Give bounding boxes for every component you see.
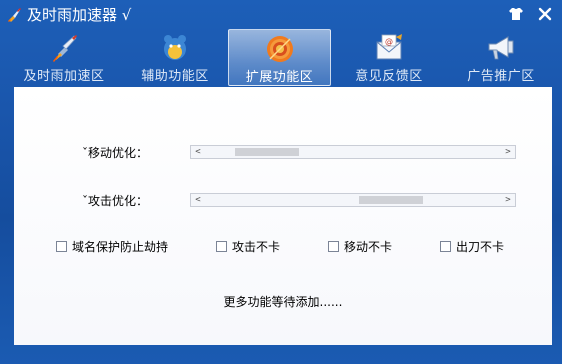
checkbox-box[interactable] bbox=[328, 241, 339, 252]
tab-bar: 及时雨加速区 辅助功能区 扩展功能区 @ 意见反馈区 广告推广区 bbox=[0, 29, 562, 87]
move-optimize-slider[interactable]: < > bbox=[190, 145, 516, 159]
checkbox-label: 出刀不卡 bbox=[456, 240, 505, 254]
move-optimize-row: ˇ移动优化： < > bbox=[14, 143, 552, 163]
checkbox-box[interactable] bbox=[216, 241, 227, 252]
tab-label: 广告推广区 bbox=[467, 69, 535, 84]
option-checkboxes: 域名保护防止劫持 攻击不卡 移动不卡 出刀不卡 bbox=[14, 237, 552, 257]
app-window: 及时雨加速器 √ 及时雨加速区 辅助功能区 扩展功能区 @ 意见反馈区 广告推广… bbox=[0, 0, 562, 364]
tab-assist[interactable]: 辅助功能区 bbox=[122, 29, 228, 86]
checkbox-box[interactable] bbox=[440, 241, 451, 252]
tab-label: 意见反馈区 bbox=[355, 69, 423, 84]
svg-text:@: @ bbox=[385, 37, 393, 46]
mail-icon: @ bbox=[374, 33, 404, 63]
tab-promotion[interactable]: 广告推广区 bbox=[448, 29, 554, 86]
window-title: 及时雨加速器 √ bbox=[27, 6, 132, 24]
target-icon bbox=[265, 34, 295, 64]
slider-thumb[interactable] bbox=[359, 196, 423, 204]
rocket-icon bbox=[49, 33, 79, 63]
rocket-icon bbox=[6, 7, 22, 23]
more-features-text: 更多功能等待添加...... bbox=[223, 295, 343, 309]
tab-extension[interactable]: 扩展功能区 bbox=[228, 29, 331, 86]
attack-optimize-row: ˇ攻击优化： < > bbox=[14, 191, 552, 211]
tab-label: 及时雨加速区 bbox=[23, 69, 105, 84]
tab-label: 扩展功能区 bbox=[245, 70, 314, 85]
shirt-icon[interactable] bbox=[508, 7, 524, 21]
title-bar[interactable]: 及时雨加速器 √ bbox=[0, 0, 562, 30]
checkbox-box[interactable] bbox=[56, 241, 67, 252]
checkbox-label: 攻击不卡 bbox=[232, 240, 281, 254]
tab-feedback[interactable]: @ 意见反馈区 bbox=[336, 29, 442, 86]
bear-icon bbox=[160, 33, 190, 63]
content-panel: ˇ移动优化： < > ˇ攻击优化： < > 域名保护防止劫持 攻击不卡 移动不卡… bbox=[14, 87, 552, 345]
tab-label: 辅助功能区 bbox=[141, 69, 209, 84]
attack-optimize-slider[interactable]: < > bbox=[190, 193, 516, 207]
move-optimize-label: ˇ移动优化： bbox=[82, 146, 149, 160]
checkbox-label: 移动不卡 bbox=[344, 240, 393, 254]
scroll-right-arrow[interactable]: > bbox=[501, 194, 515, 206]
close-icon[interactable] bbox=[537, 6, 553, 22]
megaphone-icon bbox=[486, 33, 516, 63]
tab-accelerate[interactable]: 及时雨加速区 bbox=[6, 29, 122, 86]
slider-thumb[interactable] bbox=[235, 148, 299, 156]
scroll-right-arrow[interactable]: > bbox=[501, 146, 515, 158]
scroll-left-arrow[interactable]: < bbox=[191, 146, 205, 158]
attack-optimize-label: ˇ攻击优化： bbox=[82, 194, 149, 208]
checkbox-label: 域名保护防止劫持 bbox=[72, 240, 169, 254]
scroll-left-arrow[interactable]: < bbox=[191, 194, 205, 206]
